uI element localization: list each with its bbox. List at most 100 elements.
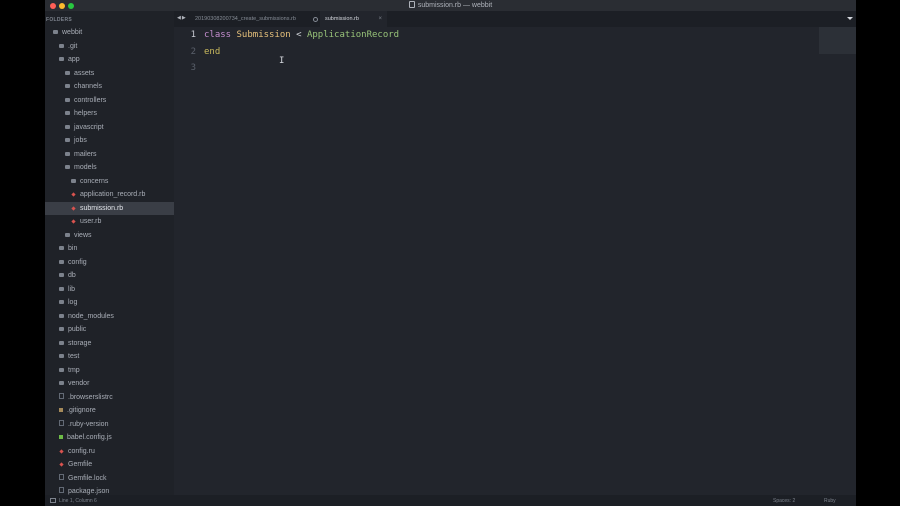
sidebar-item[interactable]: models: [45, 161, 174, 175]
sidebar-item-label: controllers: [74, 96, 107, 104]
folder-icon: [59, 381, 64, 385]
sidebar-item[interactable]: db: [45, 269, 174, 283]
sidebar-item[interactable]: babel.config.js: [45, 431, 174, 445]
sidebar-item[interactable]: node_modules: [45, 310, 174, 324]
sidebar-item[interactable]: javascript: [45, 121, 174, 135]
sidebar-item-label: tmp: [68, 366, 80, 374]
syntax-setting[interactable]: Ruby: [824, 498, 836, 504]
tab-submission-rb[interactable]: submission.rb ×: [320, 11, 387, 27]
sidebar-item[interactable]: vendor: [45, 377, 174, 391]
sidebar-item[interactable]: lib: [45, 283, 174, 297]
sidebar-item-label: package.json: [68, 488, 110, 495]
sidebar-item[interactable]: application_record.rb: [45, 188, 174, 202]
folder-icon: [65, 232, 70, 237]
sidebar-item[interactable]: channels: [45, 80, 174, 94]
sidebar-item[interactable]: webbit: [45, 26, 174, 40]
sidebar-item-label: Gemfile.lock: [68, 474, 107, 482]
superclass-name: ApplicationRecord: [306, 30, 400, 40]
sidebar-item[interactable]: tmp: [45, 364, 174, 378]
line-number: 1: [190, 30, 196, 40]
sidebar-item[interactable]: controllers: [45, 94, 174, 108]
ruby-file-icon: [71, 205, 76, 211]
folder-icon: [65, 70, 70, 75]
sidebar-item[interactable]: storage: [45, 337, 174, 351]
sidebar-item[interactable]: test: [45, 350, 174, 364]
sidebar-item[interactable]: package.json: [45, 485, 174, 495]
tab-bar: ◀▶ 20190308200734_create_submissions.rb …: [174, 11, 856, 27]
sidebar-item[interactable]: .ruby-version: [45, 418, 174, 432]
code-line[interactable]: class Submission < ApplicationRecord: [204, 27, 399, 44]
keyword-end: end: [204, 46, 221, 57]
sidebar-item[interactable]: config: [45, 256, 174, 270]
code-line[interactable]: [204, 60, 399, 77]
sidebar-item[interactable]: mailers: [45, 148, 174, 162]
sidebar-item[interactable]: concerns: [45, 175, 174, 189]
folder-icon: [59, 300, 64, 304]
sidebar-item[interactable]: config.ru: [45, 445, 174, 459]
sidebar-item-label: user.rb: [80, 218, 102, 225]
sidebar-item-label: submission.rb: [80, 204, 124, 212]
sidebar-item[interactable]: public: [45, 323, 174, 337]
folder-icon: [65, 151, 70, 156]
sidebar-item[interactable]: assets: [45, 67, 174, 81]
code-editor[interactable]: 1 2 3 class Submission < ApplicationReco…: [174, 27, 856, 495]
sidebar-item-label: assets: [74, 69, 95, 77]
folder-icon: [59, 246, 64, 250]
close-tab-icon[interactable]: ×: [378, 11, 382, 27]
folder-icon: [59, 327, 64, 331]
sidebar-item-label: .browserslistrc: [68, 393, 113, 401]
sidebar-item[interactable]: log: [45, 296, 174, 310]
inherit-operator: <: [296, 30, 302, 40]
sidebar-item[interactable]: app: [45, 53, 174, 67]
sidebar-item[interactable]: .git: [45, 40, 174, 54]
sidebar-item[interactable]: Gemfile: [45, 458, 174, 472]
sidebar-item[interactable]: helpers: [45, 107, 174, 121]
sidebar-item[interactable]: Gemfile.lock: [45, 472, 174, 486]
unsaved-dot-icon: [313, 17, 318, 22]
sidebar-item-label: lib: [68, 285, 76, 293]
sidebar-item-label: helpers: [74, 110, 97, 117]
sidebar-item-label: models: [74, 164, 97, 171]
file-icon: [59, 392, 64, 399]
window-title: submission.rb — webbit: [45, 1, 856, 9]
folder-icon: [59, 273, 64, 277]
sidebar-item[interactable]: bin: [45, 242, 174, 256]
tab-dropdown-icon[interactable]: [847, 17, 853, 20]
ruby-file-icon: [59, 462, 64, 467]
folder-open-icon: [53, 30, 58, 34]
sidebar-item[interactable]: jobs: [45, 134, 174, 148]
sidebar-item[interactable]: .browserslistrc: [45, 391, 174, 405]
tab-label: 20190308200734_create_submissions.rb: [195, 16, 296, 22]
sidebar: FOLDERS webbit .git app assets channels contr…: [45, 11, 174, 495]
sidebar-item-label: vendor: [68, 380, 90, 387]
line-number: 3: [190, 63, 196, 73]
cursor-position-text: Line 1, Column 6: [59, 498, 97, 504]
class-name: Submission: [236, 30, 291, 40]
folder-icon: [59, 259, 64, 264]
folder-icon: [59, 286, 64, 291]
sidebar-item-label: views: [74, 231, 92, 239]
git-file-icon: [59, 408, 63, 412]
minimap[interactable]: [819, 27, 856, 54]
sidebar-item-label: jobs: [74, 137, 87, 144]
sidebar-item-label: channels: [74, 83, 103, 90]
window-title-text: submission.rb — webbit: [417, 2, 493, 9]
folder-open-icon: [59, 57, 64, 61]
sidebar-item[interactable]: user.rb: [45, 215, 174, 229]
status-bar: Line 1, Column 6 Spaces: 2 Ruby: [45, 495, 856, 506]
tab-nav-arrows-icon[interactable]: ◀▶: [177, 15, 187, 21]
code-line[interactable]: end: [204, 44, 399, 61]
sidebar-item[interactable]: views: [45, 229, 174, 243]
sidebar-item-label: test: [68, 353, 80, 360]
ruby-file-icon: [59, 448, 64, 454]
tab-create-submissions[interactable]: 20190308200734_create_submissions.rb: [190, 11, 323, 27]
panel-toggle-icon[interactable]: [50, 498, 56, 503]
status-position: Line 1, Column 6: [50, 498, 97, 504]
editor-window: submission.rb — webbit FOLDERS webbit .gi…: [45, 0, 856, 506]
file-tree: webbit .git app assets channels controllers he…: [45, 26, 174, 495]
sidebar-item-label: Gemfile: [68, 461, 93, 468]
sidebar-item[interactable]: .gitignore: [45, 404, 174, 418]
code-lines[interactable]: class Submission < ApplicationRecord end: [204, 27, 399, 77]
sidebar-item[interactable]: submission.rb: [45, 201, 174, 215]
indentation-setting[interactable]: Spaces: 2: [773, 498, 795, 504]
